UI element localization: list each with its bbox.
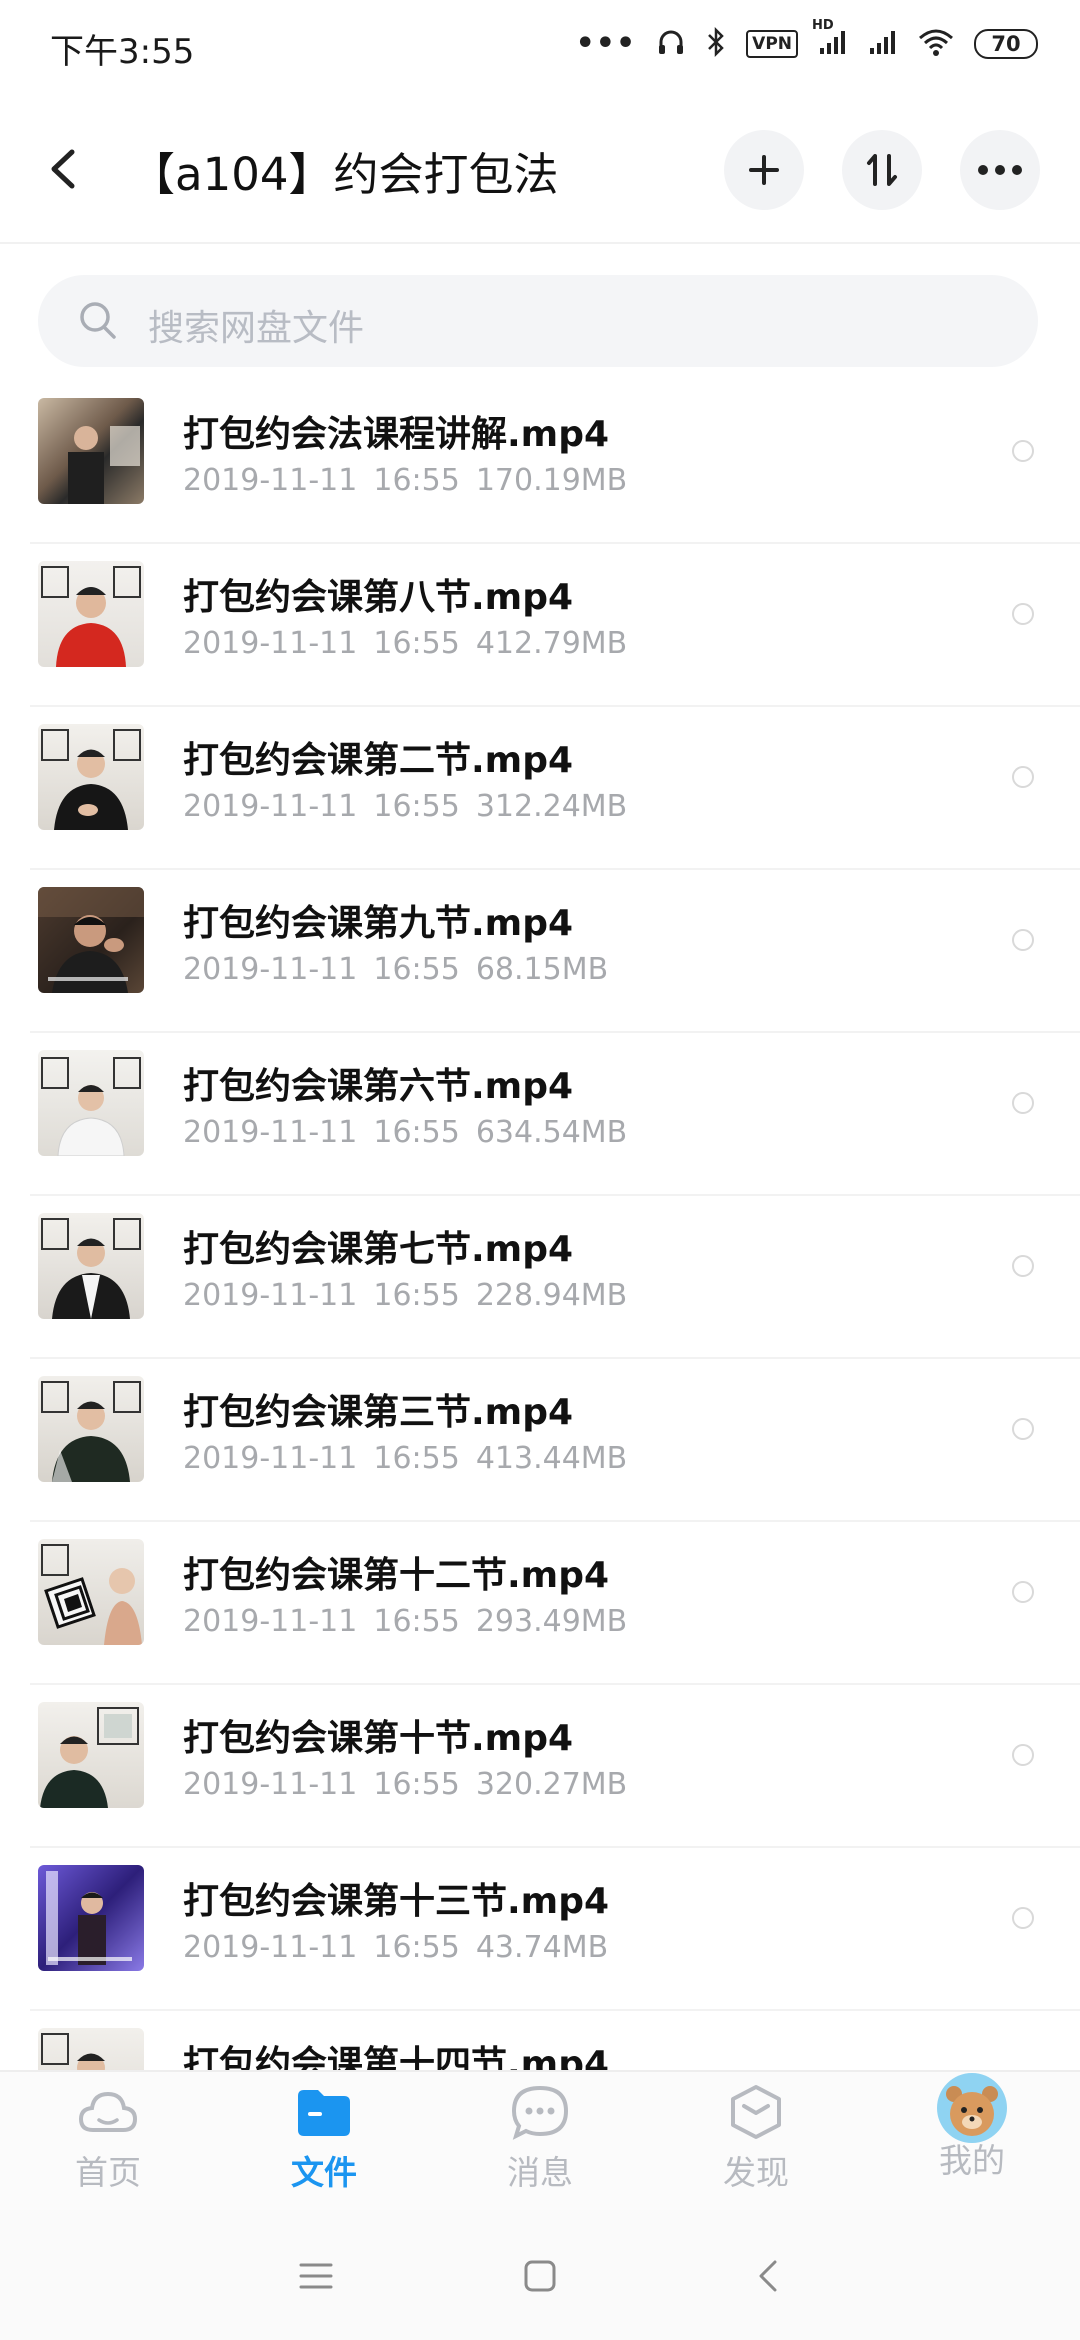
- video-thumbnail: [38, 1376, 144, 1482]
- video-thumbnail: [38, 1865, 144, 1971]
- select-radio[interactable]: [1012, 1581, 1034, 1603]
- file-meta: 2019-11-11 16:55 228.94MB: [183, 1278, 628, 1313]
- select-radio[interactable]: [1012, 1255, 1034, 1277]
- file-name: 打包约会课第二节.mp4: [183, 740, 574, 781]
- select-radio[interactable]: [1012, 929, 1034, 951]
- select-radio[interactable]: [1012, 603, 1034, 625]
- status-time: 下午3:55: [50, 32, 195, 72]
- header: 【a104】约会打包法: [0, 100, 1080, 240]
- select-radio[interactable]: [1012, 1418, 1034, 1440]
- signal-icon: [868, 28, 898, 60]
- tab-me[interactable]: 我的: [892, 2073, 1052, 2204]
- tab-label: 文件: [291, 2153, 357, 2192]
- back-button[interactable]: [44, 144, 84, 194]
- tab-files[interactable]: 文件: [244, 2084, 404, 2204]
- select-radio[interactable]: [1012, 1744, 1034, 1766]
- video-thumbnail: [38, 1702, 144, 1808]
- file-meta: 2019-11-11 16:55 43.74MB: [183, 1930, 609, 1965]
- file-meta: 2019-11-11 16:55 412.79MB: [183, 626, 628, 661]
- status-icons: ••• VPN HD 70: [575, 18, 1038, 62]
- file-row[interactable]: 打包约会课第二节.mp4 2019-11-11 16:55 312.24MB: [0, 707, 1080, 870]
- file-row[interactable]: 打包约会课第十三节.mp4 2019-11-11 16:55 43.74MB: [0, 1848, 1080, 2011]
- cloud-icon: [78, 2091, 138, 2132]
- menu-icon: [299, 2263, 333, 2289]
- system-nav-bar: [0, 2210, 1080, 2340]
- file-row[interactable]: 打包约会课第九节.mp4 2019-11-11 16:55 68.15MB: [0, 870, 1080, 1033]
- battery-icon: 70: [974, 29, 1038, 59]
- file-name: 打包约会课第六节.mp4: [183, 1066, 574, 1107]
- file-row[interactable]: 打包约会课第十节.mp4 2019-11-11 16:55 320.27MB: [0, 1685, 1080, 1848]
- video-thumbnail: [38, 398, 144, 504]
- file-meta: 2019-11-11 16:55 68.15MB: [183, 952, 609, 987]
- file-row[interactable]: 打包约会课第八节.mp4 2019-11-11 16:55 412.79MB: [0, 544, 1080, 707]
- file-list: 打包约会法课程讲解.mp4 2019-11-11 16:55 170.19MB 打包…: [0, 381, 1080, 2174]
- file-name: 打包约会课第十节.mp4: [183, 1718, 574, 1759]
- video-thumbnail: [38, 1050, 144, 1156]
- tab-label: 首页: [75, 2153, 141, 2192]
- status-bar: 下午3:55 ••• VPN HD 70: [0, 0, 1080, 96]
- notification-dots-icon: •••: [575, 26, 637, 61]
- square-home-icon: [524, 2260, 556, 2292]
- video-thumbnail: [38, 1539, 144, 1645]
- add-button[interactable]: [724, 130, 804, 210]
- tab-discover[interactable]: 发现: [676, 2084, 836, 2204]
- page-title: 【a104】约会打包法: [130, 148, 559, 201]
- tab-messages[interactable]: 消息: [460, 2084, 620, 2204]
- file-name: 打包约会课第十二节.mp4: [183, 1555, 610, 1596]
- home-button[interactable]: [510, 2246, 570, 2306]
- search-input[interactable]: 搜索网盘文件: [38, 275, 1038, 367]
- file-meta: 2019-11-11 16:55 413.44MB: [183, 1441, 628, 1476]
- select-radio[interactable]: [1012, 1092, 1034, 1114]
- select-radio[interactable]: [1012, 440, 1034, 462]
- headphones-icon: [656, 27, 686, 61]
- video-thumbnail: [38, 724, 144, 830]
- file-name: 打包约会课第八节.mp4: [183, 577, 574, 618]
- tab-label: 消息: [507, 2153, 573, 2192]
- file-name: 打包约会课第九节.mp4: [183, 903, 574, 944]
- bottom-tab-bar: 首页 文件 消息 发现 我的: [0, 2070, 1080, 2212]
- vpn-icon: VPN: [746, 30, 798, 58]
- file-row[interactable]: 打包约会课第六节.mp4 2019-11-11 16:55 634.54MB: [0, 1033, 1080, 1196]
- file-meta: 2019-11-11 16:55 634.54MB: [183, 1115, 628, 1150]
- plus-icon: [749, 155, 779, 185]
- tab-label: 我的: [939, 2141, 1005, 2180]
- file-row[interactable]: 打包约会法课程讲解.mp4 2019-11-11 16:55 170.19MB: [0, 381, 1080, 544]
- tab-label: 发现: [723, 2153, 789, 2192]
- header-divider: [0, 242, 1080, 244]
- folder-icon: [298, 2090, 350, 2136]
- chevron-left-icon: [759, 2260, 777, 2292]
- file-meta: 2019-11-11 16:55 312.24MB: [183, 789, 628, 824]
- video-thumbnail: [38, 561, 144, 667]
- file-row[interactable]: 打包约会课第七节.mp4 2019-11-11 16:55 228.94MB: [0, 1196, 1080, 1359]
- file-name: 打包约会法课程讲解.mp4: [183, 414, 610, 455]
- more-button[interactable]: [960, 130, 1040, 210]
- hd-signal-icon: HD: [812, 18, 848, 60]
- back-arrow-icon: [51, 149, 75, 189]
- wifi-icon: [918, 28, 954, 60]
- system-back-button[interactable]: [738, 2246, 798, 2306]
- search-icon: [80, 302, 116, 339]
- search-placeholder: 搜索网盘文件: [148, 308, 365, 349]
- file-name: 打包约会课第十三节.mp4: [183, 1881, 610, 1922]
- file-row[interactable]: 打包约会课第三节.mp4 2019-11-11 16:55 413.44MB: [0, 1359, 1080, 1522]
- menu-button[interactable]: [286, 2246, 346, 2306]
- file-name: 打包约会课第三节.mp4: [183, 1392, 574, 1433]
- file-row[interactable]: 打包约会课第十二节.mp4 2019-11-11 16:55 293.49MB: [0, 1522, 1080, 1685]
- file-meta: 2019-11-11 16:55 293.49MB: [183, 1604, 628, 1639]
- chat-bubble-icon: [511, 2085, 569, 2140]
- tab-home[interactable]: 首页: [28, 2084, 188, 2204]
- sort-button[interactable]: [842, 130, 922, 210]
- bluetooth-icon: [706, 26, 726, 62]
- video-thumbnail: [38, 1213, 144, 1319]
- sort-icon: [867, 154, 897, 186]
- file-name: 打包约会课第七节.mp4: [183, 1229, 574, 1270]
- select-radio[interactable]: [1012, 766, 1034, 788]
- video-thumbnail: [38, 887, 144, 993]
- select-radio[interactable]: [1012, 1907, 1034, 1929]
- file-meta: 2019-11-11 16:55 320.27MB: [183, 1767, 628, 1802]
- more-icon: [978, 165, 1022, 175]
- discover-box-icon: [731, 2085, 781, 2139]
- file-meta: 2019-11-11 16:55 170.19MB: [183, 463, 628, 498]
